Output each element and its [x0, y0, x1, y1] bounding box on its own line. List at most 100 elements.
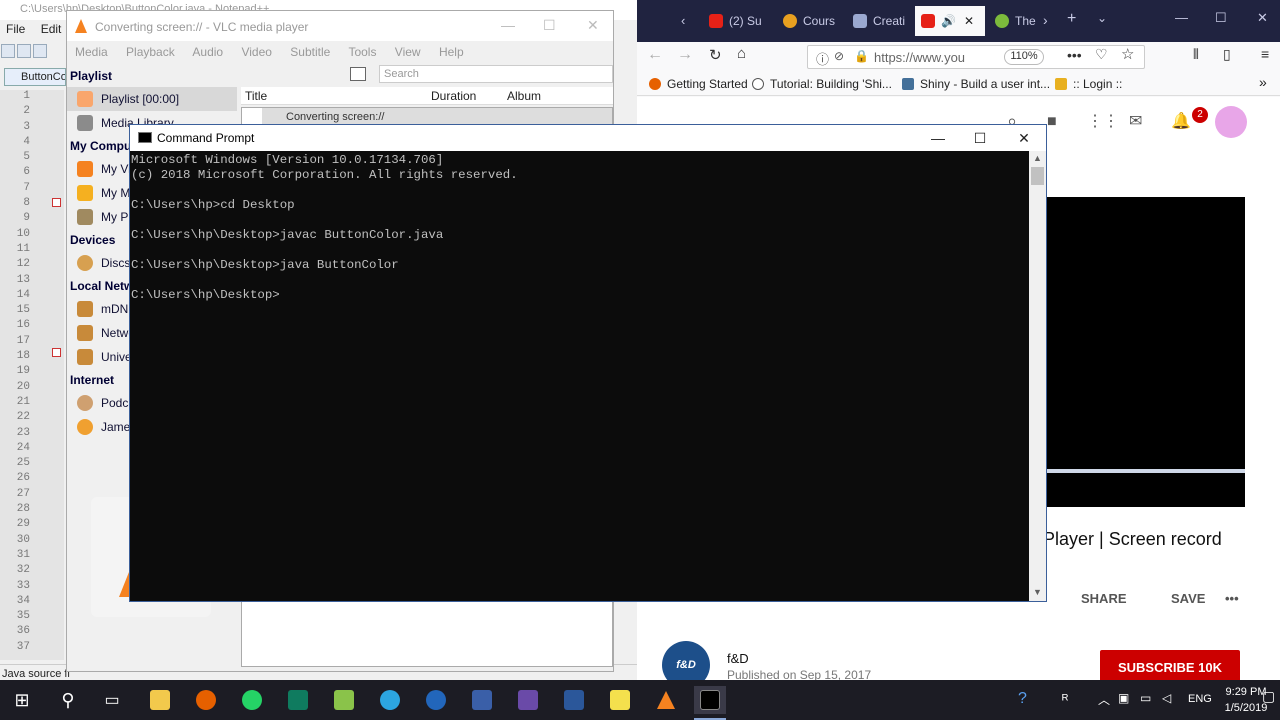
- vlc-menu-subtitle[interactable]: Subtitle: [290, 45, 330, 59]
- tab-close-icon[interactable]: ✕: [964, 14, 974, 28]
- maximize-button[interactable]: ☐: [958, 125, 1002, 151]
- pocket-icon[interactable]: ♡: [1095, 46, 1108, 63]
- people-icon[interactable]: ᴿ: [1062, 691, 1068, 707]
- video-player[interactable]: [1045, 197, 1245, 507]
- close-icon[interactable]: ✕: [1257, 10, 1268, 26]
- scroll-down-icon[interactable]: ▼: [1033, 587, 1042, 597]
- minimize-button[interactable]: —: [916, 125, 960, 151]
- vlc-menu-tools[interactable]: Tools: [348, 45, 376, 59]
- close-icon[interactable]: ✕: [587, 17, 599, 34]
- tab-the[interactable]: The: [989, 6, 1045, 36]
- scroll-up-icon[interactable]: ▲: [1033, 153, 1042, 163]
- cmd-scrollbar[interactable]: ▲ ▼: [1029, 151, 1046, 601]
- playlist-view-icon[interactable]: [350, 67, 366, 81]
- taskbar-cmd[interactable]: [694, 686, 726, 714]
- vlc-menu-media[interactable]: Media: [75, 45, 108, 59]
- taskbar-file-explorer[interactable]: [146, 686, 174, 714]
- fold-marker-icon[interactable]: [52, 348, 61, 357]
- taskbar-vlc[interactable]: [652, 686, 680, 714]
- fold-marker-icon[interactable]: [52, 198, 61, 207]
- notepadpp-tab[interactable]: ButtonColo: [4, 68, 66, 86]
- taskbar-publisher[interactable]: [284, 686, 312, 714]
- language-indicator[interactable]: ENG: [1188, 693, 1212, 705]
- volume-icon[interactable]: ◁: [1162, 691, 1171, 705]
- back-icon[interactable]: ←: [647, 46, 663, 64]
- notifications-icon[interactable]: ▢: [1262, 688, 1275, 705]
- forward-icon[interactable]: →: [677, 46, 693, 64]
- console-output[interactable]: Microsoft Windows [Version 10.0.17134.70…: [130, 153, 1030, 601]
- tray-app-icon[interactable]: ▣: [1118, 691, 1129, 705]
- minimize-icon[interactable]: —: [501, 17, 515, 33]
- reload-icon[interactable]: ↻: [709, 46, 722, 64]
- vlc-menu-video[interactable]: Video: [241, 45, 271, 59]
- help-icon[interactable]: ?: [1018, 690, 1027, 708]
- start-button[interactable]: ⊞: [8, 686, 36, 714]
- taskbar-notepadpp[interactable]: [330, 686, 358, 714]
- bookmark-tutorial[interactable]: Tutorial: Building 'Shi...: [752, 77, 892, 91]
- tab-courses[interactable]: Cours: [777, 6, 843, 36]
- permissions-icon[interactable]: ⊘: [834, 49, 844, 63]
- column-title[interactable]: Title: [245, 89, 267, 103]
- open-file-icon[interactable]: [17, 44, 31, 58]
- vlc-menu-audio[interactable]: Audio: [192, 45, 223, 59]
- apps-grid-icon[interactable]: ⋮⋮: [1087, 111, 1119, 131]
- tab-scroll-left-icon[interactable]: ‹: [681, 13, 685, 28]
- save-button[interactable]: SAVE: [1171, 591, 1205, 606]
- maximize-icon[interactable]: ☐: [543, 17, 556, 34]
- battery-icon[interactable]: ▭: [1140, 691, 1151, 705]
- scroll-thumb[interactable]: [1031, 167, 1044, 185]
- bookmark-star-icon[interactable]: ☆: [1121, 45, 1134, 63]
- show-hidden-icons-icon[interactable]: ︿: [1098, 691, 1110, 708]
- save-icon[interactable]: [33, 44, 47, 58]
- more-actions-button[interactable]: •••: [1225, 591, 1239, 606]
- home-icon[interactable]: ⌂: [737, 45, 746, 62]
- tab-youtube-active[interactable]: 🔊 ✕: [915, 6, 985, 36]
- column-duration[interactable]: Duration: [431, 89, 476, 103]
- vlc-menu-playback[interactable]: Playback: [126, 45, 175, 59]
- vlc-menu-help[interactable]: Help: [439, 45, 464, 59]
- minimize-icon[interactable]: —: [1175, 10, 1188, 25]
- taskbar-telegram[interactable]: [376, 686, 404, 714]
- zoom-level-badge[interactable]: 110%: [1004, 49, 1044, 65]
- new-file-icon[interactable]: [1, 44, 15, 58]
- upload-video-icon[interactable]: ■: [1047, 113, 1057, 131]
- taskbar-firefox[interactable]: [192, 686, 220, 714]
- tab-scroll-right-icon[interactable]: ›: [1043, 12, 1048, 28]
- bookmark-getting-started[interactable]: Getting Started: [649, 77, 748, 91]
- vlc-search-input[interactable]: Search: [379, 65, 613, 83]
- speaker-icon[interactable]: 🔊: [941, 14, 956, 28]
- task-view-button[interactable]: ▭: [98, 686, 126, 714]
- search-button[interactable]: ⚲: [54, 686, 82, 714]
- sidebar-icon[interactable]: ▯: [1223, 46, 1231, 63]
- video-progress-bar[interactable]: [1045, 469, 1245, 473]
- menu-edit[interactable]: Edit: [41, 22, 62, 36]
- tab-list-icon[interactable]: ⌄: [1097, 11, 1107, 25]
- column-album[interactable]: Album: [507, 89, 541, 103]
- sidebar-item-playlist[interactable]: Playlist [00:00]: [67, 87, 237, 111]
- menu-file[interactable]: File: [6, 22, 25, 36]
- tab-create[interactable]: Creati: [847, 6, 913, 36]
- tab-youtube-1[interactable]: (2) Su: [703, 6, 769, 36]
- channel-name[interactable]: f&D: [727, 651, 749, 666]
- new-tab-icon[interactable]: +: [1067, 10, 1076, 28]
- notifications-bell-icon[interactable]: 🔔: [1171, 111, 1191, 131]
- info-icon[interactable]: ⓘ: [816, 49, 829, 68]
- share-button[interactable]: SHARE: [1081, 591, 1127, 606]
- messages-icon[interactable]: ✉: [1129, 111, 1142, 131]
- taskbar-sticky-notes[interactable]: [606, 686, 634, 714]
- vlc-menu-view[interactable]: View: [395, 45, 421, 59]
- account-avatar[interactable]: [1215, 106, 1247, 138]
- close-button[interactable]: ✕: [1002, 125, 1046, 151]
- taskbar-r[interactable]: [422, 686, 450, 714]
- library-icon[interactable]: ⫴: [1193, 46, 1199, 63]
- bookmark-login[interactable]: :: Login ::: [1055, 77, 1122, 91]
- menu-icon[interactable]: ≡: [1261, 46, 1269, 62]
- taskbar-devcpp[interactable]: [468, 686, 496, 714]
- bookmark-shiny[interactable]: Shiny - Build a user int...: [902, 77, 1050, 91]
- page-actions-icon[interactable]: •••: [1067, 47, 1082, 63]
- bookmarks-overflow-icon[interactable]: »: [1259, 74, 1267, 90]
- taskbar-word[interactable]: [560, 686, 588, 714]
- maximize-icon[interactable]: ☐: [1215, 10, 1227, 26]
- taskbar-vs[interactable]: [514, 686, 542, 714]
- taskbar-whatsapp[interactable]: [238, 686, 266, 714]
